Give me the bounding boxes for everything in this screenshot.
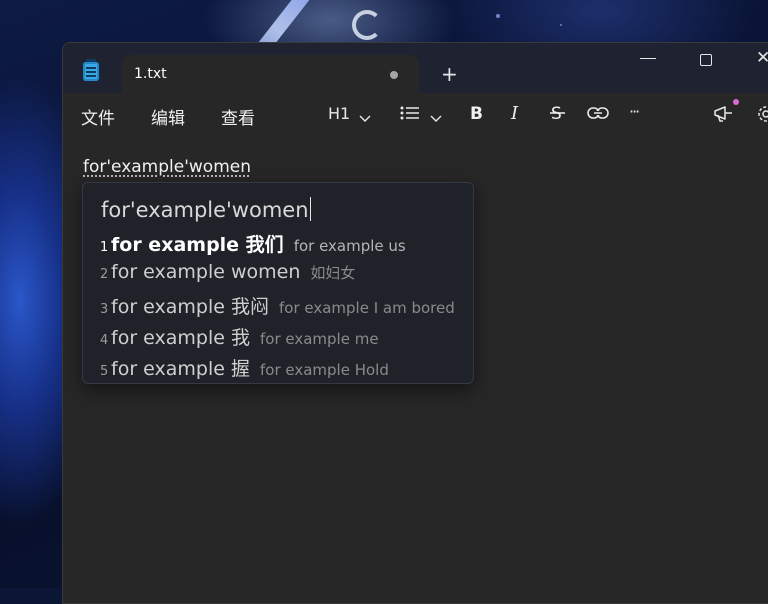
announcement-icon[interactable] (713, 105, 735, 123)
svg-text:I: I (510, 103, 519, 123)
document-text[interactable]: for'example'women (83, 157, 251, 177)
candidate-word: for example women (111, 261, 300, 283)
candidate-translation: for example us (294, 237, 406, 255)
ime-candidate-window: for'example'women 1 for example 我们 for exa… (82, 182, 474, 384)
candidate-translation: for example Hold (260, 361, 389, 379)
chevron-down-icon[interactable] (359, 108, 371, 127)
tab-title: 1.txt (134, 66, 167, 82)
tab-1-txt[interactable]: 1.txt (122, 55, 419, 93)
candidate-number: 1 (100, 240, 111, 255)
italic-icon[interactable]: I (509, 103, 525, 123)
composition-text: for'example'women (101, 198, 309, 222)
unsaved-dot-icon[interactable] (390, 71, 398, 79)
toolbar: 文件 编辑 查看 H1 B I S ··· (63, 93, 768, 135)
bold-icon[interactable]: B (469, 103, 485, 123)
notification-badge (733, 99, 739, 105)
menu-edit[interactable]: 编辑 (151, 104, 185, 129)
settings-icon[interactable] (756, 104, 768, 124)
candidate-translation: 如妇女 (310, 264, 355, 282)
link-icon[interactable] (587, 106, 609, 120)
menu-file[interactable]: 文件 (81, 104, 115, 129)
candidate-word: for example 我闷 (111, 296, 269, 318)
text-caret (310, 197, 311, 221)
ime-candidate-5[interactable]: 5 for example 握 for example Hold (100, 354, 389, 381)
candidate-number: 3 (100, 302, 111, 317)
ime-composition: for'example'women (101, 197, 311, 222)
candidate-translation: for example me (260, 330, 379, 348)
new-tab-button[interactable]: + (441, 64, 458, 84)
candidate-word: for example 握 (111, 358, 250, 380)
list-icon[interactable] (400, 105, 420, 121)
menu-view[interactable]: 查看 (221, 104, 255, 129)
ime-candidate-2[interactable]: 2 for example women 如妇女 (100, 261, 355, 283)
strikethrough-icon[interactable]: S (549, 103, 567, 123)
title-bar[interactable]: 1.txt + ✕ (63, 43, 768, 93)
candidate-translation: for example I am bored (279, 299, 455, 317)
close-button[interactable]: ✕ (756, 48, 768, 68)
candidate-number: 2 (100, 267, 111, 282)
more-icon[interactable]: ··· (629, 102, 638, 121)
ime-candidate-1[interactable]: 1 for example 我们 for example us (100, 230, 406, 257)
chevron-down-icon[interactable] (430, 108, 442, 127)
wallpaper-ring (352, 10, 382, 40)
heading-dropdown[interactable]: H1 (328, 104, 350, 123)
candidate-number: 4 (100, 333, 111, 348)
wallpaper-star (560, 24, 562, 26)
candidate-number: 5 (100, 364, 111, 379)
minimize-button[interactable] (640, 49, 656, 65)
candidate-word: for example 我们 (111, 234, 284, 256)
ime-candidate-4[interactable]: 4 for example 我 for example me (100, 323, 379, 350)
candidate-word: for example 我 (111, 327, 250, 349)
ime-candidate-3[interactable]: 3 for example 我闷 for example I am bored (100, 292, 455, 319)
svg-text:B: B (470, 104, 483, 123)
maximize-button[interactable] (700, 54, 712, 66)
wallpaper-star (496, 14, 500, 18)
notepad-app-icon (83, 62, 99, 81)
